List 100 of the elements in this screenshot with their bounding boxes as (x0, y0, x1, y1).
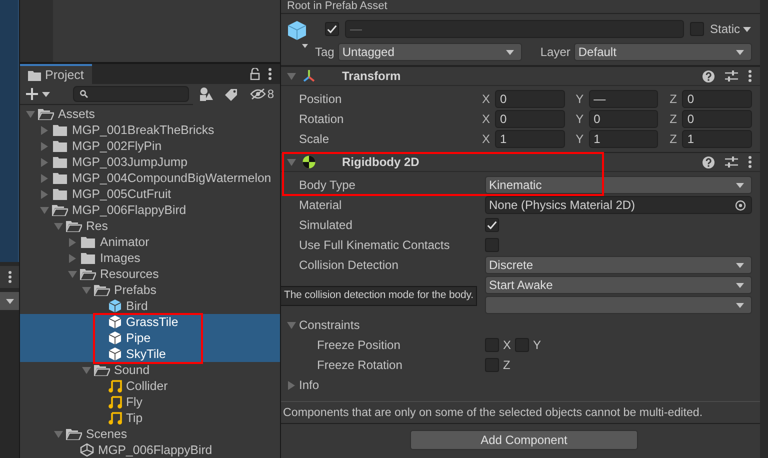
dropdown-caret-icon (735, 181, 745, 189)
tree-item[interactable]: MGP_004CompoundBigWatermelon (20, 170, 280, 186)
tree-item[interactable]: Assets (20, 106, 280, 122)
tree-item[interactable]: Bird (20, 298, 280, 314)
tree-item[interactable]: GrassTile (20, 314, 280, 330)
axis-label: Z (668, 131, 678, 148)
more-options-icon[interactable] (748, 70, 752, 82)
scrollbar[interactable] (760, 0, 768, 458)
create-button[interactable] (26, 88, 51, 100)
layer-dropdown[interactable]: Default (574, 43, 752, 61)
cube-icon (108, 299, 122, 313)
dropdown[interactable]: Discrete (485, 256, 752, 274)
collapsed-arrow-icon[interactable] (40, 158, 49, 166)
target-icon[interactable] (735, 200, 746, 210)
static-dropdown[interactable]: Static (710, 20, 752, 38)
tree-item[interactable]: Prefabs (20, 282, 280, 298)
tab-label[interactable]: Project (45, 66, 84, 84)
checkbox[interactable] (690, 22, 704, 36)
expanded-arrow-icon[interactable] (82, 366, 91, 374)
foldout-toggle[interactable]: Info (287, 376, 485, 394)
tree-item[interactable]: Scenes (20, 426, 280, 442)
checkbox[interactable] (485, 238, 499, 252)
tree-item[interactable]: Animator (20, 234, 280, 250)
tree-item[interactable]: MGP_001BreakTheBricks (20, 122, 280, 138)
folder-icon (52, 156, 68, 168)
checkbox[interactable] (485, 218, 499, 232)
collapsed-arrow-icon[interactable] (40, 126, 49, 134)
dropdown[interactable]: Kinematic (485, 176, 752, 194)
tree-item[interactable]: Res (20, 218, 280, 234)
tree-item[interactable]: MGP_005CutFruit (20, 186, 280, 202)
layer-label: Layer (540, 44, 570, 61)
tree-item[interactable]: MGP_006FlappyBird (20, 442, 280, 458)
collapsed-arrow-icon[interactable] (68, 238, 77, 246)
number-field[interactable]: 1 (682, 130, 752, 148)
more-options-icon[interactable] (268, 68, 272, 80)
tag-dropdown[interactable]: Untagged (338, 43, 522, 61)
number-field[interactable]: 0 (682, 110, 752, 128)
number-field[interactable]: 0 (682, 90, 752, 108)
tree-item[interactable]: MGP_006FlappyBird (20, 202, 280, 218)
expanded-arrow-icon[interactable] (287, 158, 296, 166)
number-field[interactable]: — (588, 90, 658, 108)
checkbox[interactable] (485, 338, 499, 352)
axis-label: X (481, 131, 491, 148)
cube-icon (108, 315, 122, 329)
tree-item[interactable]: Resources (20, 266, 280, 282)
open-folder-icon (52, 204, 68, 216)
tree-item[interactable]: Sound (20, 362, 280, 378)
dropdown-caret-icon (4, 297, 14, 305)
dropdown-caret-icon (735, 281, 745, 289)
checkbox[interactable] (515, 338, 530, 352)
number-field[interactable]: 0 (588, 110, 658, 128)
dropdown[interactable]: Start Awake (485, 276, 752, 294)
help-icon[interactable] (702, 70, 715, 82)
foldout-toggle[interactable]: Constraints (287, 316, 485, 334)
sliders-icon[interactable] (725, 70, 738, 82)
dropdown[interactable] (0, 292, 19, 310)
search-field[interactable] (73, 86, 190, 102)
checkbox[interactable] (325, 22, 339, 36)
object-field[interactable]: None (Physics Material 2D) (485, 196, 752, 214)
collapsed-arrow-icon[interactable] (40, 190, 49, 198)
tree-item[interactable]: MGP_002FlyPin (20, 138, 280, 154)
more-options-icon[interactable] (8, 271, 12, 283)
number-field[interactable]: 0 (495, 110, 565, 128)
property-label: Simulated (299, 218, 352, 232)
checkbox[interactable] (485, 358, 499, 372)
expanded-arrow-icon[interactable] (54, 430, 63, 438)
dropdown-caret-icon (742, 25, 752, 33)
property-label: Material (299, 198, 342, 212)
collapsed-arrow-icon[interactable] (40, 174, 49, 182)
tree-item[interactable]: SkyTile (20, 346, 280, 362)
expanded-arrow-icon[interactable] (68, 270, 77, 278)
help-icon[interactable] (702, 156, 715, 168)
axis-label: Y (533, 337, 542, 354)
sliders-icon[interactable] (725, 156, 738, 168)
expanded-arrow-icon[interactable] (287, 72, 296, 80)
add-component-button[interactable]: Add Component (410, 430, 638, 450)
tree-item[interactable]: Collider (20, 378, 280, 394)
tree-item[interactable]: Images (20, 250, 280, 266)
tree-item[interactable]: Tip (20, 410, 280, 426)
number-field[interactable]: 0 (495, 90, 565, 108)
lock-icon[interactable] (250, 68, 260, 80)
tree-item[interactable]: MGP_003JumpJump (20, 154, 280, 170)
tree-item[interactable]: Pipe (20, 330, 280, 346)
plus-icon (26, 88, 38, 100)
more-options-icon[interactable] (748, 156, 752, 168)
expanded-arrow-icon[interactable] (54, 222, 63, 230)
axis-label: Y (574, 111, 585, 128)
project-tab[interactable]: Project (20, 64, 92, 84)
expanded-arrow-icon[interactable] (40, 206, 49, 214)
axis-label: X (481, 91, 491, 108)
number-field[interactable]: 1 (588, 130, 658, 148)
expanded-arrow-icon[interactable] (26, 110, 35, 118)
tree-item[interactable]: Fly (20, 394, 280, 410)
expanded-arrow-icon[interactable] (82, 286, 91, 294)
collapsed-arrow-icon[interactable] (68, 254, 77, 262)
collapsed-arrow-icon[interactable] (40, 142, 49, 150)
number-field[interactable]: 1 (495, 130, 565, 148)
cube-icon (108, 347, 122, 361)
open-folder-icon (94, 284, 110, 296)
prefab-cube-icon (287, 20, 309, 50)
